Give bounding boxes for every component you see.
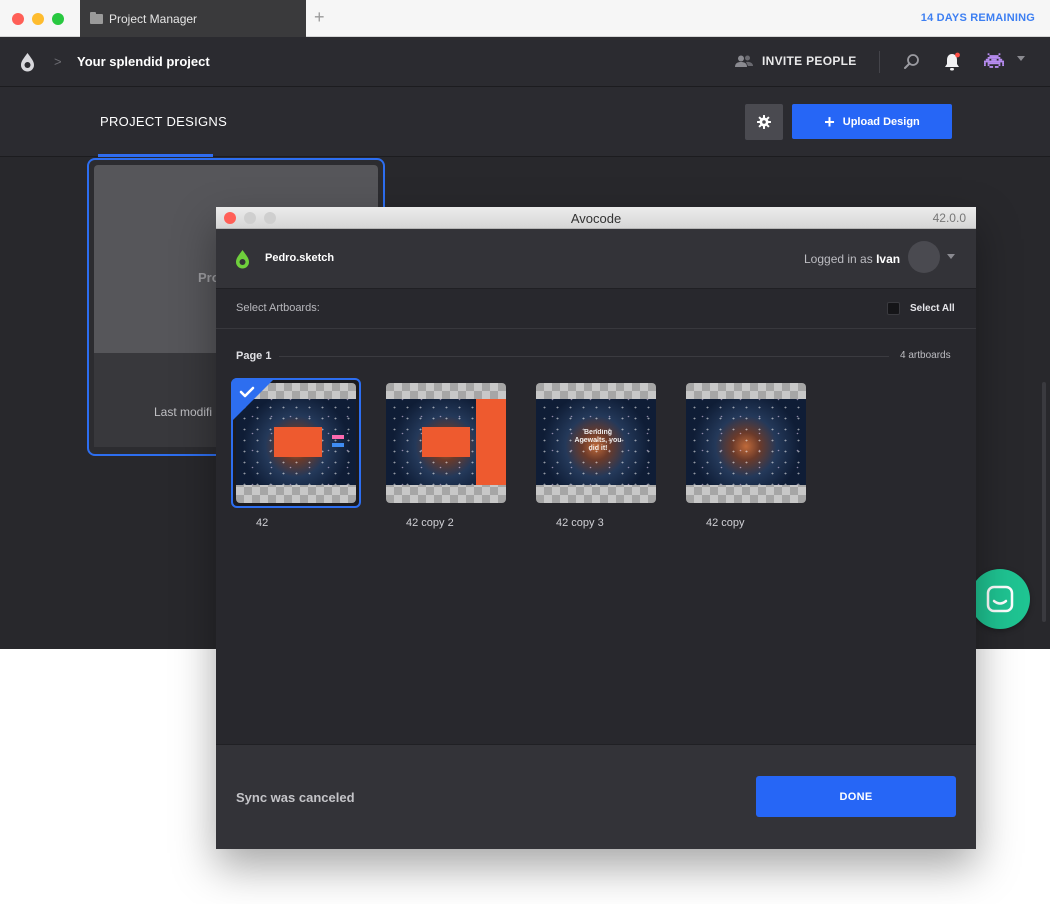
page-divider — [279, 356, 889, 357]
invite-people-label: INVITE PEOPLE — [762, 54, 857, 68]
upload-design-button[interactable]: + Upload Design — [792, 104, 952, 139]
artboard-preview-modal — [274, 427, 322, 457]
artboard-preview-modal — [422, 427, 470, 457]
artboard-item[interactable]: 42 — [231, 378, 361, 529]
browser-tab-title: Project Manager — [109, 11, 198, 26]
chat-icon — [986, 585, 1014, 613]
folder-icon — [90, 11, 103, 24]
artboard-preview-side-panel — [476, 399, 506, 485]
select-artboards-label: Select Artboards: — [236, 302, 320, 314]
select-all-label[interactable]: Select All — [910, 303, 955, 314]
dialog-footer: Sync was canceled DONE — [216, 744, 976, 849]
gear-icon — [757, 115, 771, 129]
artboard-preview: Bending Agewalts, you did it! — [536, 399, 656, 485]
close-window-button[interactable] — [12, 13, 24, 25]
artboard-item[interactable]: Bending Agewalts, you did it! 42 copy 3 — [536, 383, 656, 529]
select-all-checkbox[interactable] — [887, 302, 900, 315]
trial-days-remaining[interactable]: 14 DAYS REMAINING — [921, 12, 1035, 24]
artboard-name: 42 copy — [706, 517, 745, 529]
chevron-down-icon[interactable] — [1017, 56, 1025, 61]
avocode-sync-dialog: Avocode 42.0.0 Pedro.sketch Logged in as… — [216, 207, 976, 849]
invite-people-button[interactable]: INVITE PEOPLE — [735, 54, 857, 68]
page-label: Page 1 — [236, 350, 272, 362]
done-button[interactable]: DONE — [756, 776, 956, 817]
page-scrollbar[interactable] — [1042, 382, 1046, 622]
artboard-preview — [686, 399, 806, 485]
browser-tab-project-manager[interactable]: Project Manager — [80, 0, 306, 37]
active-tab-indicator — [98, 154, 213, 157]
app-top-bar: > Your splendid project INVITE PEOPLE — [0, 37, 1050, 87]
artboard-preview-badge — [332, 435, 344, 439]
artboard-preview — [386, 399, 506, 485]
select-artboards-row: Select Artboards: Select All — [216, 289, 976, 329]
upload-design-label: Upload Design — [842, 115, 920, 128]
bell-icon[interactable] — [943, 52, 961, 77]
breadcrumb-chevron-icon: > — [54, 54, 62, 69]
artboard-preview-headline: Bending Agewalts, you did it! — [574, 429, 622, 452]
new-tab-button[interactable]: + — [314, 8, 325, 26]
user-avatar[interactable] — [908, 241, 940, 273]
minimize-window-button[interactable] — [32, 13, 44, 25]
avocode-logo-icon[interactable] — [20, 52, 35, 77]
tab-project-designs[interactable]: PROJECT DESIGNS — [100, 114, 227, 129]
artboard-item[interactable]: 42 copy — [686, 383, 806, 529]
project-sub-bar: PROJECT DESIGNS + Upload Design — [0, 87, 1050, 157]
app-version: 42.0.0 — [932, 211, 966, 225]
sync-status: Sync was canceled — [236, 790, 355, 805]
artboard-preview-badge — [332, 443, 344, 447]
maximize-window-button[interactable] — [52, 13, 64, 25]
sketch-file-icon — [235, 249, 250, 274]
browser-chrome: Project Manager + 14 DAYS REMAINING — [0, 0, 1050, 37]
dialog-header: Pedro.sketch Logged in as Ivan — [216, 229, 976, 289]
artboard-name: 42 — [256, 517, 269, 529]
artboard-thumbnail — [686, 383, 806, 503]
artboard-thumbnail — [386, 383, 506, 503]
toolbar-divider — [879, 51, 880, 73]
project-name[interactable]: Your splendid project — [77, 54, 210, 69]
checkmark-icon — [239, 386, 255, 398]
search-icon[interactable] — [903, 53, 920, 75]
logged-in-user: Ivan — [876, 252, 901, 266]
dialog-title-bar[interactable]: Avocode 42.0.0 — [216, 207, 976, 229]
dialog-title: Avocode — [570, 211, 622, 226]
space-invader-avatar-icon[interactable] — [984, 53, 1004, 75]
design-last-modified: Last modifi — [154, 405, 213, 419]
artboard-name: 42 copy 2 — [406, 517, 454, 529]
logged-in-status: Logged in as Ivan — [804, 252, 900, 266]
artboard-thumbnail: Bending Agewalts, you did it! — [536, 383, 656, 503]
artboard-stars — [686, 399, 806, 485]
people-icon — [735, 55, 753, 67]
chat-button[interactable] — [970, 569, 1030, 629]
file-name: Pedro.sketch — [265, 252, 335, 264]
artboard-count: 4 artboards — [900, 350, 951, 361]
settings-button[interactable] — [745, 104, 783, 140]
artboard-item[interactable]: 42 copy 2 — [386, 383, 506, 529]
artboard-name: 42 copy 3 — [556, 517, 604, 529]
chevron-down-icon[interactable] — [947, 254, 955, 259]
plus-icon: + — [824, 111, 835, 132]
logged-in-prefix: Logged in as — [804, 252, 877, 266]
